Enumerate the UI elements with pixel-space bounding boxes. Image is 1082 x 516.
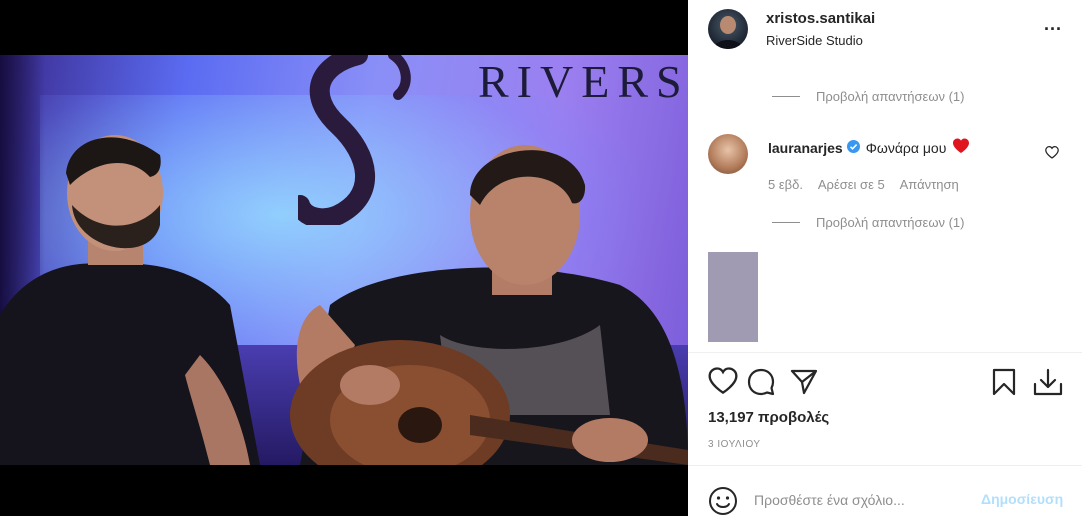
post-header: xristos.santikai RiverSide Studio ... xyxy=(688,0,1082,66)
comment-button[interactable] xyxy=(746,367,776,402)
post-sidebar: xristos.santikai RiverSide Studio ... Πρ… xyxy=(688,0,1082,516)
add-comment-bar: Δημοσίευση xyxy=(688,465,1082,516)
view-replies-label: Προβολή απαντήσεων (1) xyxy=(816,89,965,104)
comment-item: lauranarjes Φωνάρα μου xyxy=(768,138,970,157)
view-replies-button[interactable]: Προβολή απαντήσεων (1) xyxy=(772,89,964,104)
heart-outline-icon xyxy=(1045,146,1059,159)
performers-illustration xyxy=(0,135,688,465)
download-icon xyxy=(1033,368,1063,396)
post-date[interactable]: 3 ΙΟΥΛΙΟΥ xyxy=(708,439,761,450)
video-player[interactable]: RIVERS xyxy=(0,55,688,465)
comments-section: Προβολή απαντήσεων (1) lauranarjes Φωνάρ… xyxy=(688,66,1082,352)
comment-input[interactable] xyxy=(754,488,974,512)
heart-icon xyxy=(708,367,738,395)
divider-line xyxy=(772,96,800,97)
red-heart-emoji-icon xyxy=(952,138,970,157)
author-avatar[interactable] xyxy=(708,9,748,49)
view-count[interactable]: 13,197 προβολές xyxy=(708,409,829,426)
comment-time: 5 εβδ. xyxy=(768,177,803,192)
reply-button[interactable]: Απάντηση xyxy=(900,177,959,192)
share-button[interactable] xyxy=(789,367,819,402)
like-button[interactable] xyxy=(708,367,738,400)
comment-username[interactable]: lauranarjes xyxy=(768,140,843,156)
divider-line xyxy=(772,222,800,223)
verified-badge-icon xyxy=(846,139,860,156)
comment-text: Φωνάρα μου xyxy=(865,139,947,156)
more-options-button[interactable]: ... xyxy=(1044,14,1062,35)
view-replies-button[interactable]: Προβολή απαντήσεων (1) xyxy=(772,215,964,230)
comment-bubble-icon xyxy=(747,368,775,396)
author-avatar-image xyxy=(713,16,743,49)
download-button[interactable] xyxy=(1032,367,1064,402)
author-username[interactable]: xristos.santikai xyxy=(766,10,875,27)
comment-likes[interactable]: Αρέσει σε 5 xyxy=(818,177,885,192)
post-actions: 13,197 προβολές 3 ΙΟΥΛΙΟΥ xyxy=(688,352,1082,464)
view-replies-label: Προβολή απαντήσεων (1) xyxy=(816,215,965,230)
instagram-post-modal: RIVERS xristos.santikai RiverSide Studio… xyxy=(0,0,1082,516)
more-horizontal-icon: ... xyxy=(1044,14,1063,34)
save-button[interactable] xyxy=(990,367,1018,402)
post-location[interactable]: RiverSide Studio xyxy=(766,33,863,48)
comment-like-button[interactable] xyxy=(1045,146,1059,164)
post-comment-button[interactable]: Δημοσίευση xyxy=(981,491,1063,507)
commenter-avatar[interactable] xyxy=(708,134,748,174)
bookmark-icon xyxy=(992,368,1016,396)
comment-thumbnail xyxy=(708,252,758,342)
emoji-button[interactable] xyxy=(708,486,738,516)
smiley-icon xyxy=(709,487,737,515)
paper-plane-icon xyxy=(790,369,818,395)
media-area: RIVERS xyxy=(0,0,688,516)
comment-meta: 5 εβδ. Αρέσει σε 5 Απάντηση xyxy=(768,177,971,192)
